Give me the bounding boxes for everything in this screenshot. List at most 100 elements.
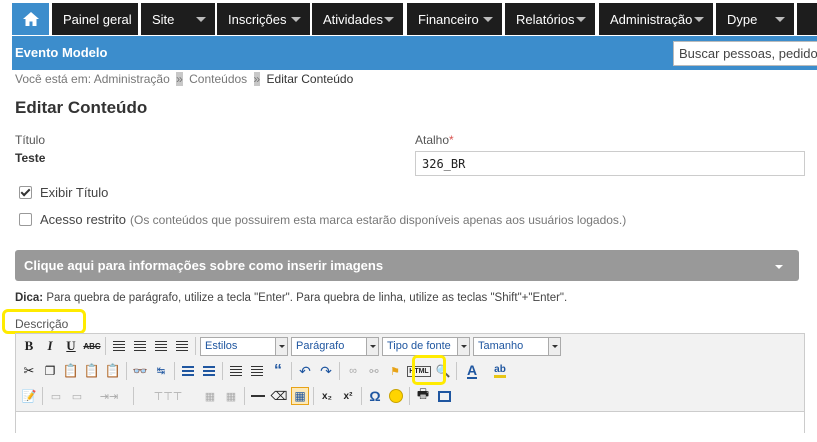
blockquote-button[interactable]: “ [269, 362, 287, 380]
toolbar-separator [126, 362, 127, 380]
search-input[interactable] [673, 41, 817, 66]
atalho-input[interactable] [415, 151, 805, 176]
print-button[interactable]: 🖶 [414, 386, 432, 405]
eraser-icon: ⌫ [270, 389, 288, 403]
chevron-down-icon [775, 265, 783, 269]
highlight-color-button[interactable]: ab [486, 362, 514, 380]
bulleted-list-button[interactable] [179, 362, 197, 380]
breadcrumb-link-conteudos[interactable]: Conteúdos [189, 72, 247, 86]
table-button[interactable]: ▦ [291, 387, 309, 405]
redo-button[interactable]: ↷ [317, 362, 335, 380]
text-color-icon: A [466, 361, 478, 379]
remove-format-button[interactable]: ⌫ [270, 387, 288, 405]
underline-button[interactable]: U [62, 337, 80, 355]
toolbar-separator [42, 387, 43, 405]
table-col-icon: ▭ [71, 390, 83, 403]
text-color-button[interactable]: A [461, 362, 483, 380]
scissors-icon: ✂ [23, 363, 35, 378]
styles-combo[interactable]: Estilos [200, 336, 288, 356]
exibir-titulo-label: Exibir Título [40, 185, 109, 200]
titulo-label: Título [15, 133, 46, 147]
table-row-button[interactable]: ▭ [47, 387, 65, 405]
unlink-icon: ⚯ [369, 365, 379, 378]
highlight-icon: ab [494, 364, 506, 378]
chevron-down-icon [384, 17, 394, 22]
titulo-value: Teste [15, 151, 46, 165]
home-button[interactable] [12, 3, 49, 35]
undo-button[interactable]: ↶ [296, 362, 314, 380]
copy-icon: ❐ [44, 364, 56, 378]
align-right-button[interactable] [152, 337, 170, 355]
table-icon: ▦ [294, 389, 306, 403]
outdent-icon [230, 366, 242, 376]
link-button[interactable]: ∞ [344, 362, 362, 380]
font-combo[interactable]: Tipo de fonte [382, 336, 470, 356]
table-split-button[interactable]: ▦ [222, 387, 240, 405]
subscript-button[interactable]: x₂ [318, 387, 336, 405]
nav-administracao[interactable]: Administração [599, 3, 713, 35]
clipboard-word-icon: 📋 [104, 363, 122, 378]
nav-inscricoes[interactable]: Inscrições [217, 3, 310, 35]
chevron-down-icon [548, 337, 560, 355]
nav-more[interactable] [797, 3, 817, 35]
numbered-list-button[interactable] [200, 362, 218, 380]
superscript-button[interactable]: x² [339, 387, 357, 405]
breadcrumb-link-administracao[interactable]: Administração [94, 72, 170, 86]
anchor-button[interactable]: ⚑ [386, 362, 404, 380]
nav-relatorios[interactable]: Relatórios [505, 3, 595, 35]
top-navigation: Painel geral Site Inscrições Atividades … [0, 0, 817, 36]
align-left-button[interactable] [110, 337, 128, 355]
unlink-button[interactable]: ⚯ [365, 362, 383, 380]
nav-financeiro[interactable]: Financeiro [407, 3, 502, 35]
bold-button[interactable]: B [20, 337, 38, 355]
nav-dype[interactable]: Dype [716, 3, 794, 35]
align-justify-button[interactable] [173, 337, 191, 355]
editor-content-area[interactable] [16, 411, 804, 442]
replace-button[interactable]: ↹ [152, 362, 170, 380]
toolbar-separator [174, 362, 175, 380]
paste-word-button[interactable]: 📋 [104, 362, 122, 380]
cut-button[interactable]: ✂ [20, 362, 38, 380]
copy-button[interactable]: ❐ [41, 362, 59, 380]
find-button[interactable]: 👓 [131, 362, 149, 380]
toolbar-row-3: 📝 ▭ ▭ ⇥⇥ ⊤⊤⊤ ▦ ▦ ⌫ ▦ x₂ x² Ω 🖶 [20, 385, 456, 407]
maximize-button[interactable] [435, 387, 453, 405]
paste-text-button[interactable]: 📋 [83, 362, 101, 380]
table-col-button[interactable]: ▭ [68, 387, 86, 405]
indent-button[interactable] [248, 362, 266, 380]
format-combo[interactable]: Parágrafo [291, 336, 379, 356]
clipboard-icon: 📋 [62, 363, 80, 378]
horizontal-rule-button[interactable] [249, 387, 267, 405]
table-row-icon: ▭ [50, 390, 62, 403]
strikethrough-button[interactable]: ABC [83, 337, 101, 355]
numbered-list-icon [203, 365, 215, 377]
toolbar-separator [339, 362, 340, 380]
anchor-icon: ⚑ [390, 365, 400, 378]
smiley-icon [389, 389, 403, 403]
toolbar-separator [361, 387, 362, 405]
atalho-label: Atalho* [415, 133, 454, 147]
nav-painel-geral[interactable]: Painel geral [52, 3, 138, 35]
outdent-button[interactable] [227, 362, 245, 380]
nav-atividades[interactable]: Atividades [312, 3, 403, 35]
breadcrumb: Você está em: Administração » Conteúdos … [15, 72, 354, 86]
nav-site[interactable]: Site [141, 3, 215, 35]
size-combo[interactable]: Tamanho [473, 336, 561, 356]
italic-button[interactable]: I [41, 337, 59, 355]
images-info-accordion[interactable]: Clique aqui para informações sobre como … [15, 250, 799, 281]
indent-icon [251, 366, 263, 376]
table-cell-button[interactable]: ▦ [201, 387, 219, 405]
chevron-down-icon [196, 17, 206, 22]
exibir-titulo-checkbox[interactable] [19, 186, 32, 199]
chevron-down-icon [483, 17, 493, 22]
acesso-restrito-checkbox[interactable] [19, 213, 32, 226]
special-char-button[interactable]: Ω [366, 387, 384, 405]
table-merge-button[interactable]: ⊤⊤⊤ [138, 387, 198, 405]
align-center-button[interactable] [131, 337, 149, 355]
form-button[interactable]: 📝 [20, 387, 38, 405]
table-insert-button[interactable]: ⇥⇥ [89, 387, 129, 405]
paste-button[interactable]: 📋 [62, 362, 80, 380]
horizontal-rule-icon [251, 395, 265, 397]
smiley-button[interactable] [387, 387, 405, 405]
toolbar-separator [222, 362, 223, 380]
